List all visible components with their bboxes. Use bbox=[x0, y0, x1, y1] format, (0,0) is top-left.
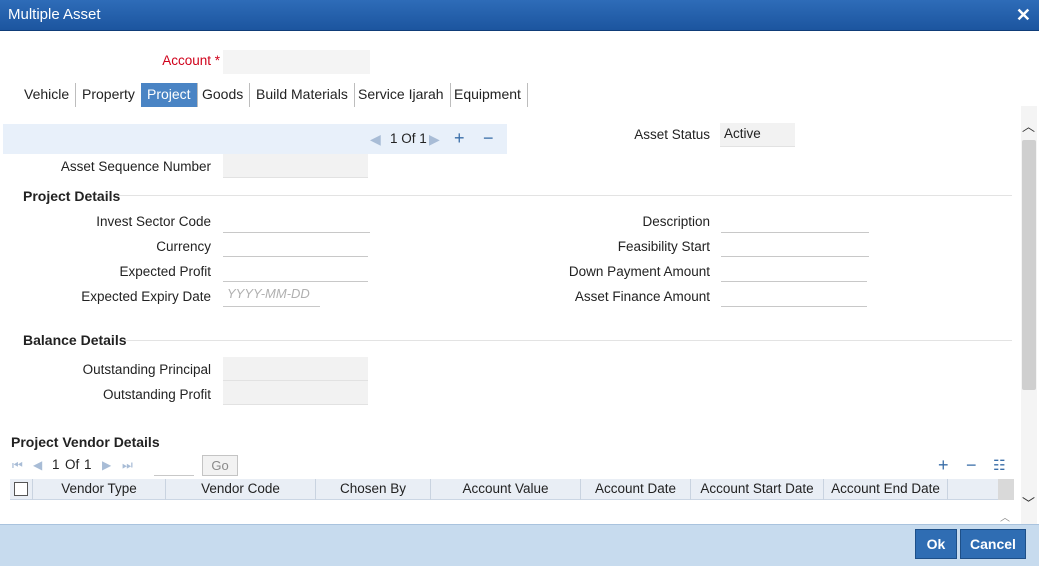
previous-page-icon[interactable]: ◀ bbox=[33, 458, 42, 472]
cancel-button[interactable]: Cancel bbox=[960, 529, 1026, 559]
project-details-divider bbox=[120, 195, 1012, 196]
currency-label: Currency bbox=[156, 239, 211, 254]
window-title: Multiple Asset bbox=[8, 6, 101, 23]
window-titlebar: Multiple Asset ✕ bbox=[0, 0, 1039, 31]
expected-expiry-date-field[interactable]: YYYY-MM-DD bbox=[223, 283, 320, 307]
invest-sector-code-label: Invest Sector Code bbox=[96, 214, 211, 229]
col-account-value[interactable]: Account Value bbox=[431, 479, 581, 500]
project-details-title: Project Details bbox=[23, 188, 121, 204]
outstanding-profit-field bbox=[223, 381, 368, 405]
expected-profit-label: Expected Profit bbox=[119, 264, 211, 279]
add-record-icon[interactable]: + bbox=[454, 128, 465, 149]
next-record-icon[interactable]: ▶ bbox=[429, 131, 440, 148]
first-page-icon[interactable]: ⏮ bbox=[12, 458, 23, 473]
expected-expiry-date-label: Expected Expiry Date bbox=[81, 289, 211, 304]
asset-sequence-field bbox=[223, 154, 368, 178]
record-nav-text: 1 Of 1 bbox=[390, 131, 427, 146]
tab-goods[interactable]: Goods bbox=[196, 83, 251, 107]
balance-details-title: Balance Details bbox=[23, 332, 127, 348]
ok-button[interactable]: Ok bbox=[915, 529, 957, 559]
invest-sector-code-field[interactable] bbox=[223, 209, 370, 233]
currency-field[interactable] bbox=[223, 233, 368, 257]
select-all-checkbox-cell bbox=[10, 479, 33, 500]
col-vendor-code[interactable]: Vendor Code bbox=[166, 479, 316, 500]
outstanding-principal-label: Outstanding Principal bbox=[82, 362, 211, 377]
single-view-icon[interactable]: ☷ bbox=[993, 457, 1006, 474]
vendor-grid-header: Vendor Type Vendor Code Chosen By Accoun… bbox=[10, 479, 998, 500]
next-page-icon[interactable]: ▶ bbox=[102, 458, 111, 472]
description-label: Description bbox=[642, 214, 710, 229]
tab-vehicle[interactable]: Vehicle bbox=[18, 83, 77, 107]
go-button[interactable]: Go bbox=[202, 455, 238, 476]
description-field[interactable] bbox=[721, 209, 869, 233]
col-account-start-date[interactable]: Account Start Date bbox=[691, 479, 824, 500]
asset-finance-amount-label: Asset Finance Amount bbox=[574, 289, 710, 304]
footer-bar bbox=[0, 524, 1039, 566]
tab-build-materials[interactable]: Build Materials bbox=[250, 83, 355, 107]
account-label: Account * bbox=[162, 53, 220, 68]
scroll-up-icon[interactable]: ︿ bbox=[1022, 116, 1035, 135]
feasibility-start-label: Feasibility Start bbox=[617, 239, 710, 254]
down-payment-amount-field[interactable] bbox=[721, 258, 867, 282]
outstanding-principal-field bbox=[223, 357, 368, 381]
col-account-date[interactable]: Account Date bbox=[581, 479, 691, 500]
delete-record-icon[interactable]: − bbox=[483, 128, 494, 149]
tab-property[interactable]: Property bbox=[76, 83, 142, 107]
delete-row-icon[interactable]: − bbox=[966, 455, 977, 476]
asset-finance-amount-field[interactable] bbox=[721, 283, 867, 307]
down-payment-amount-label: Down Payment Amount bbox=[568, 264, 710, 279]
asset-status-field: Active bbox=[720, 123, 795, 147]
tab-service-ijarah[interactable]: Service Ijarah bbox=[352, 83, 451, 107]
select-all-checkbox[interactable] bbox=[14, 482, 28, 496]
asset-status-label: Asset Status bbox=[634, 127, 710, 142]
col-vendor-type[interactable]: Vendor Type bbox=[33, 479, 166, 500]
tab-project[interactable]: Project bbox=[141, 83, 198, 107]
previous-record-icon[interactable]: ◀ bbox=[370, 131, 381, 148]
feasibility-start-field[interactable] bbox=[721, 233, 869, 257]
scrollbar-thumb[interactable] bbox=[1022, 140, 1036, 390]
account-field[interactable] bbox=[223, 50, 370, 74]
expected-profit-field[interactable] bbox=[223, 258, 368, 282]
pager-total: 1 bbox=[84, 457, 92, 472]
close-icon[interactable]: ✕ bbox=[1016, 5, 1031, 25]
col-chosen-by[interactable]: Chosen By bbox=[316, 479, 431, 500]
tab-equipment[interactable]: Equipment bbox=[448, 83, 528, 107]
outstanding-profit-label: Outstanding Profit bbox=[102, 387, 211, 402]
vendor-details-title: Project Vendor Details bbox=[11, 434, 160, 450]
col-account-end-date[interactable]: Account End Date bbox=[824, 479, 948, 500]
pager-of: Of bbox=[65, 457, 80, 472]
scroll-down-icon[interactable]: ﹀ bbox=[1022, 493, 1035, 512]
grid-scroll-up-icon[interactable]: ︿ bbox=[1000, 509, 1010, 524]
pager-current: 1 bbox=[52, 457, 60, 472]
page-number-input[interactable] bbox=[154, 457, 194, 476]
asset-sequence-label: Asset Sequence Number bbox=[60, 159, 211, 174]
last-page-icon[interactable]: ⏭ bbox=[122, 458, 133, 473]
grid-h-scroll[interactable] bbox=[998, 479, 1014, 500]
balance-details-divider bbox=[125, 340, 1012, 341]
add-row-icon[interactable]: + bbox=[938, 455, 949, 476]
